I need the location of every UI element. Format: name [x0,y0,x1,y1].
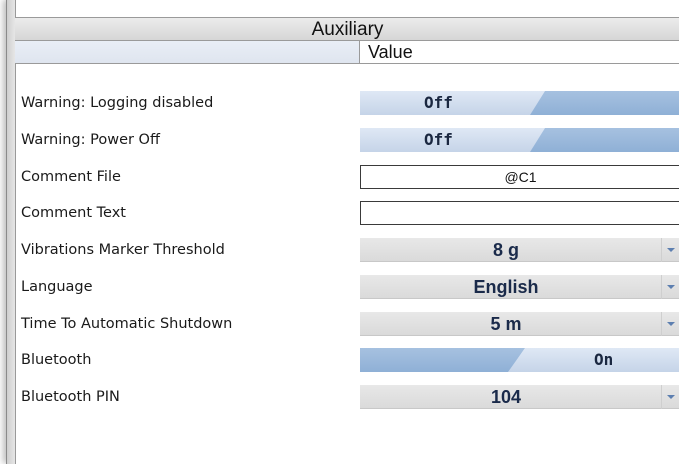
dropdown-value: 5 m [490,314,522,334]
toggle-on-segment [530,128,679,152]
row-label: Comment File [21,169,121,185]
shutdown-time-dropdown[interactable]: 5 m [360,312,679,336]
row-label: Warning: Power Off [21,132,160,148]
auxiliary-panel: Auxiliary Value Warning: Logging disable… [6,0,679,464]
row-language: Language English [15,272,679,302]
row-warning-logging-disabled: Warning: Logging disabled Off [15,88,679,118]
toggle-state-text: Off [424,93,453,112]
language-dropdown[interactable]: English [360,275,679,299]
row-comment-text: Comment Text [15,198,679,228]
comment-file-input[interactable]: @C1 [360,165,679,189]
row-label: Vibrations Marker Threshold [21,242,225,258]
row-comment-file: Comment File @C1 [15,162,679,192]
toggle-on-segment [530,91,679,115]
row-label: Time To Automatic Shutdown [21,316,233,332]
row-label: Language [21,279,93,295]
row-label: Comment Text [21,205,126,221]
dropdown-value: English [473,277,539,297]
bluetooth-toggle[interactable]: On [360,348,679,372]
toggle-off-segment [360,348,525,372]
bluetooth-pin-dropdown[interactable]: 104 [360,385,679,409]
panel-title: Auxiliary [15,17,679,41]
row-time-to-automatic-shutdown: Time To Automatic Shutdown 5 m [15,309,679,339]
dropdown-value: 104 [490,387,522,407]
chevron-down-icon[interactable] [661,312,679,336]
warning-logging-toggle[interactable]: Off [360,91,679,115]
row-bluetooth: Bluetooth On [15,345,679,375]
dropdown-value: 8 g [492,240,519,260]
row-vibrations-marker-threshold: Vibrations Marker Threshold 8 g [15,235,679,265]
toggle-state-text: On [594,350,614,369]
toggle-state-text: Off [424,130,453,149]
label-column-header [15,41,360,63]
row-warning-power-off: Warning: Power Off Off [15,125,679,155]
row-bluetooth-pin: Bluetooth PIN 104 [15,382,679,412]
chevron-down-icon[interactable] [661,238,679,262]
chevron-down-icon[interactable] [661,275,679,299]
chevron-down-icon[interactable] [661,385,679,409]
row-label: Warning: Logging disabled [21,95,214,111]
warning-power-off-toggle[interactable]: Off [360,128,679,152]
column-header-row: Value [15,41,679,64]
row-label: Bluetooth PIN [21,389,120,405]
row-label: Bluetooth [21,352,92,368]
comment-text-input[interactable] [360,201,679,225]
value-column-header: Value [368,42,413,62]
vibrations-threshold-dropdown[interactable]: 8 g [360,238,679,262]
